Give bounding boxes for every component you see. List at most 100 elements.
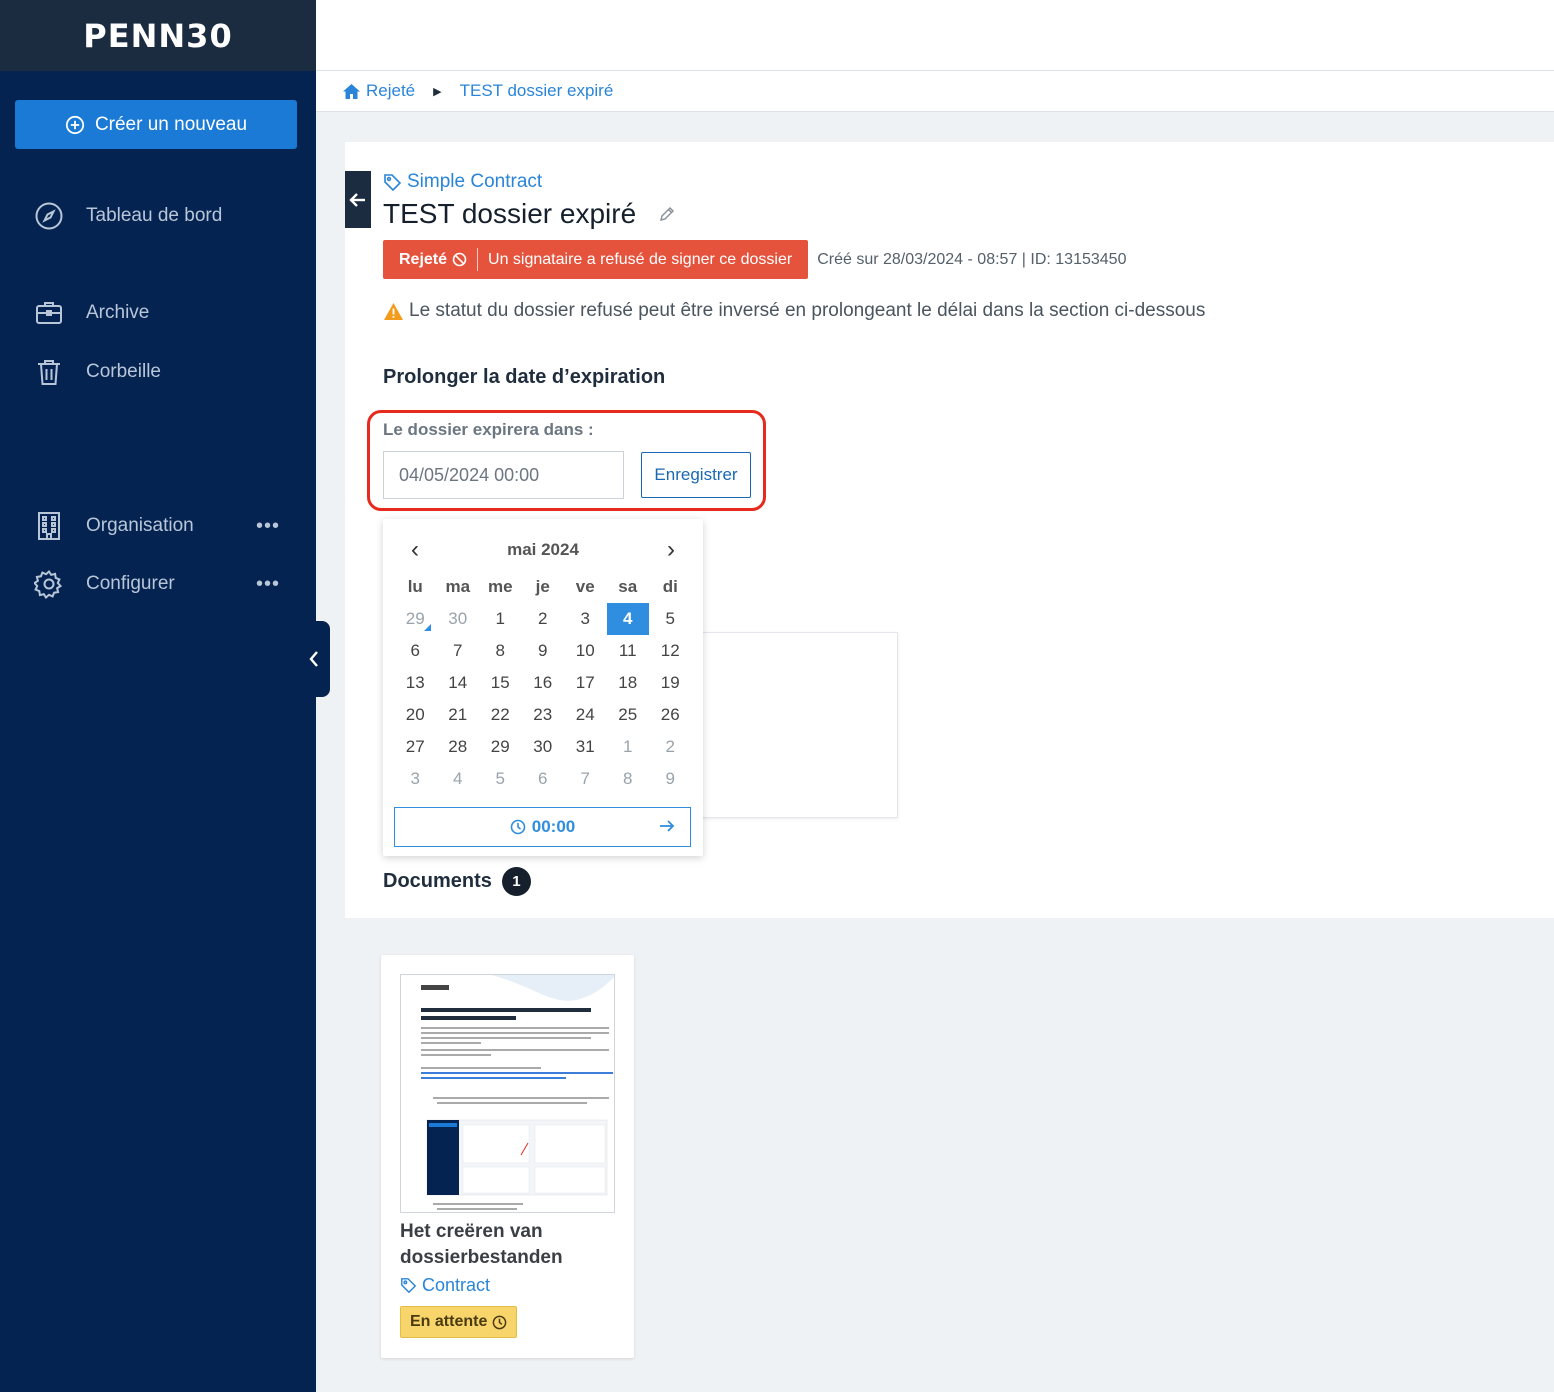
calendar-day[interactable]: 8 [479, 635, 522, 667]
calendar-day[interactable]: 7 [564, 763, 607, 795]
calendar-day[interactable]: 24 [564, 699, 607, 731]
sidebar-item-label: Tableau de bord [86, 205, 223, 226]
calendar-day[interactable]: 30 [437, 603, 480, 635]
calendar-day[interactable]: 16 [522, 667, 565, 699]
create-new-button[interactable]: Créer un nouveau [15, 100, 297, 149]
calendar-day[interactable]: 5 [649, 603, 692, 635]
sidebar-item-configure[interactable]: Configurer ••• [34, 569, 284, 599]
case-type[interactable]: Simple Contract [383, 171, 542, 193]
calendar-day[interactable]: 6 [522, 763, 565, 795]
calendar-day[interactable]: 2 [649, 731, 692, 763]
document-thumbnail[interactable] [400, 974, 615, 1213]
back-button[interactable] [345, 171, 371, 228]
breadcrumb-separator-icon: ▶ [433, 85, 442, 98]
chevron-left-icon [309, 651, 318, 667]
compass-icon [35, 202, 63, 230]
warning-icon [384, 302, 403, 320]
calendar-day[interactable]: 2 [522, 603, 565, 635]
calendar-day[interactable]: 27 [394, 731, 437, 763]
weekday-header: di [662, 577, 678, 596]
case-meta: Créé sur 28/03/2024 - 08:57 | ID: 131534… [817, 250, 1127, 268]
case-title: TEST dossier expiré [383, 198, 637, 229]
briefcase-icon [36, 302, 62, 324]
collapse-sidebar-button[interactable] [298, 621, 330, 697]
document-status-badge: En attente [400, 1306, 518, 1338]
calendar-day[interactable]: 9 [522, 635, 565, 667]
weekday-header: je [535, 577, 550, 596]
warning-text: Le statut du dossier refusé peut être in… [409, 300, 1206, 321]
expiration-date-input[interactable] [383, 451, 624, 499]
trash-icon [38, 360, 60, 385]
calendar-day[interactable]: 11 [607, 635, 650, 667]
documents-header: Documents 1 [383, 867, 531, 896]
calendar-day[interactable]: 9 [649, 763, 692, 795]
calendar-day[interactable]: 29 [394, 603, 437, 635]
calendar-day[interactable]: 21 [437, 699, 480, 731]
calendar-day[interactable]: 5 [479, 763, 522, 795]
calendar-day[interactable]: 10 [564, 635, 607, 667]
status-label: Rejeté [383, 248, 479, 271]
calendar-day[interactable]: 31 [564, 731, 607, 763]
breadcrumb-current[interactable]: TEST dossier expiré [460, 81, 614, 101]
status-badge: Rejeté Un signataire a refusé de signer … [383, 240, 809, 279]
next-month-button[interactable]: › [664, 538, 678, 562]
calendar-day[interactable]: 1 [607, 731, 650, 763]
calendar-day[interactable]: 29 [479, 731, 522, 763]
sidebar-item-organisation[interactable]: Organisation ••• [34, 511, 284, 541]
hidden-panel [690, 632, 898, 818]
calendar-day[interactable]: 19 [649, 667, 692, 699]
calendar-day[interactable]: 14 [437, 667, 480, 699]
more-icon[interactable]: ••• [256, 515, 280, 538]
calendar-grid: lu ma me je ve sa di 29 30 1 2 3 4 5 6 7 8 9 10 11 12 13 14 15 1… [394, 571, 692, 795]
sidebar-item-dashboard[interactable]: Tableau de bord [34, 201, 284, 231]
tag-icon [384, 173, 402, 191]
logo-bar: PENN30 [0, 0, 316, 71]
save-button[interactable]: Enregistrer [641, 452, 751, 498]
calendar-day[interactable]: 15 [479, 667, 522, 699]
calendar-day[interactable]: 25 [607, 699, 650, 731]
create-new-label: Créer un nouveau [94, 113, 248, 135]
sidebar-item-archive[interactable]: Archive [34, 298, 284, 328]
calendar-header: ‹ mai 2024 › [383, 537, 703, 563]
calendar-day[interactable]: 17 [564, 667, 607, 699]
calendar-day[interactable]: 30 [522, 731, 565, 763]
calendar-day[interactable]: 12 [649, 635, 692, 667]
prev-month-button[interactable]: ‹ [408, 538, 422, 562]
weekday-header: ve [575, 577, 595, 596]
logo[interactable]: PENN30 [83, 17, 232, 55]
calendar-day[interactable]: 7 [437, 635, 480, 667]
breadcrumb-home[interactable]: Rejeté [342, 81, 415, 101]
calendar-day[interactable]: 23 [522, 699, 565, 731]
calendar-day[interactable]: 1 [479, 603, 522, 635]
calendar-day[interactable]: 20 [394, 699, 437, 731]
calendar-day-selected[interactable]: 4 [606, 603, 649, 635]
sidebar-item-label: Organisation [86, 515, 194, 536]
more-icon[interactable]: ••• [256, 573, 280, 596]
clock-icon [510, 819, 526, 835]
calendar-day[interactable]: 8 [607, 763, 650, 795]
calendar-day[interactable]: 28 [437, 731, 480, 763]
calendar-day[interactable]: 6 [394, 635, 437, 667]
calendar-day[interactable]: 13 [394, 667, 437, 699]
document-name[interactable]: Het creëren van dossierbestanden [400, 1219, 620, 1271]
calendar-month[interactable]: mai 2024 [507, 540, 579, 560]
calendar-day[interactable]: 4 [437, 763, 480, 795]
time-picker-toggle[interactable]: 00:00 [394, 807, 691, 847]
pencil-icon[interactable] [658, 205, 676, 223]
gear-icon [34, 569, 63, 599]
calendar-day[interactable]: 3 [394, 763, 437, 795]
page-title: TEST dossier expiré [383, 198, 676, 230]
tag-icon [401, 1278, 417, 1294]
breadcrumb: Rejeté ▶ TEST dossier expiré [316, 71, 1554, 112]
calendar-day[interactable]: 18 [607, 667, 650, 699]
time-value: 00:00 [531, 817, 576, 836]
document-card[interactable]: Het creëren van dossierbestanden Contrac… [381, 955, 634, 1358]
topbar [316, 0, 1554, 71]
sidebar-item-trash[interactable]: Corbeille [34, 357, 284, 387]
document-type-label: Contract [422, 1275, 491, 1295]
weekday-header: sa [618, 577, 638, 596]
calendar-day[interactable]: 22 [479, 699, 522, 731]
calendar-day[interactable]: 26 [649, 699, 692, 731]
date-picker[interactable]: ‹ mai 2024 › lu ma me je ve sa di 29 30 1 2 3 4 5 6 7 8 9… [383, 519, 703, 856]
calendar-day[interactable]: 3 [564, 603, 607, 635]
